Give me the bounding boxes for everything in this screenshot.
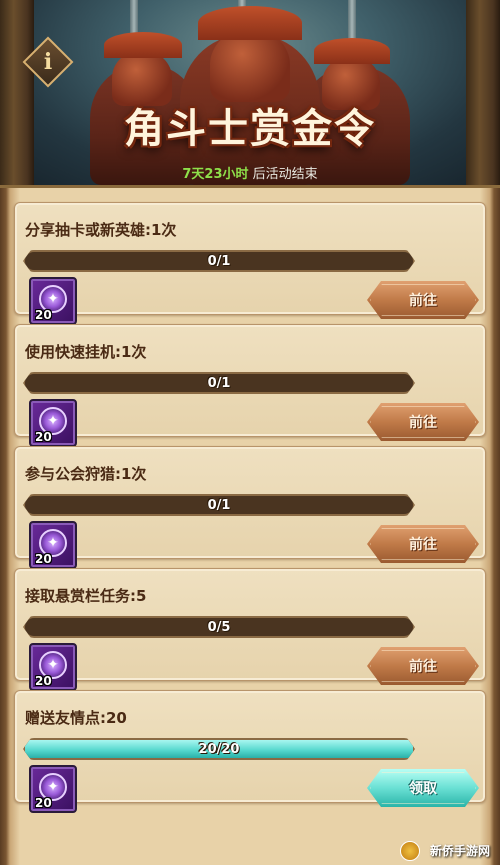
- task-title: 参与公会狩猎:1次: [25, 465, 147, 483]
- task-card: 接取悬赏栏任务:5 0/5 ✦ 20 前往: [14, 568, 486, 691]
- progress-text: 0/1: [207, 253, 231, 269]
- task-title: 赠送友情点:20: [25, 709, 127, 727]
- task-card: 分享抽卡或新英雄:1次 0/1 ✦ 20 前往: [14, 202, 486, 325]
- button-label: 前往: [409, 537, 437, 553]
- task-card: 赠送友情点:20 20/20 ✦ 20 领取: [14, 690, 486, 813]
- task-progress-bar: 0/1: [23, 372, 415, 394]
- go-button[interactable]: 前往: [367, 525, 479, 563]
- banner-pillar-right: [466, 0, 500, 185]
- event-countdown: 7天23小时 后活动结束: [0, 163, 500, 182]
- countdown-time: 7天23小时: [182, 167, 249, 182]
- progress-text: 0/1: [207, 497, 231, 513]
- reward-item[interactable]: ✦ 20: [29, 399, 77, 447]
- reward-quantity: 20: [35, 674, 52, 688]
- info-icon[interactable]: i: [30, 44, 66, 80]
- progress-text: 20/20: [198, 741, 240, 757]
- event-banner: i 角斗士赏金令 7天23小时 后活动结束: [0, 0, 500, 188]
- task-card: 使用快速挂机:1次 0/1 ✦ 20 前往: [14, 324, 486, 447]
- button-label: 领取: [409, 781, 437, 797]
- task-progress-bar: 0/5: [23, 616, 415, 638]
- task-progress-bar: 20/20: [23, 738, 415, 760]
- gladiator-plume: [314, 38, 390, 64]
- task-progress-bar: 0/1: [23, 494, 415, 516]
- task-title: 接取悬赏栏任务:5: [25, 587, 147, 605]
- task-list-panel: 分享抽卡或新英雄:1次 0/1 ✦ 20 前往 使用快速挂机:1次 0/1 ✦ …: [0, 188, 500, 865]
- event-title: 角斗士赏金令: [124, 105, 376, 152]
- claim-button[interactable]: 领取: [367, 769, 479, 807]
- button-label: 前往: [409, 659, 437, 675]
- gladiator-plume: [198, 6, 302, 40]
- watermark-text: 新侨手游网: [429, 844, 490, 858]
- button-label: 前往: [409, 293, 437, 309]
- reward-quantity: 20: [35, 796, 52, 810]
- reward-item[interactable]: ✦ 20: [29, 277, 77, 325]
- reward-item[interactable]: ✦ 20: [29, 765, 77, 813]
- progress-text: 0/1: [207, 375, 231, 391]
- reward-item[interactable]: ✦ 20: [29, 521, 77, 569]
- reward-quantity: 20: [35, 552, 52, 566]
- reward-quantity: 20: [35, 308, 52, 322]
- go-button[interactable]: 前往: [367, 281, 479, 319]
- reward-quantity: 20: [35, 430, 52, 444]
- go-button[interactable]: 前往: [367, 403, 479, 441]
- task-title: 分享抽卡或新英雄:1次: [25, 221, 177, 239]
- task-card: 参与公会狩猎:1次 0/1 ✦ 20 前往: [14, 446, 486, 569]
- gladiator-plume: [104, 32, 182, 58]
- countdown-suffix: 后活动结束: [248, 167, 318, 182]
- button-label: 前往: [409, 415, 437, 431]
- reward-item[interactable]: ✦ 20: [29, 643, 77, 691]
- task-progress-bar: 0/1: [23, 250, 415, 272]
- banner-pillar-left: [0, 0, 34, 185]
- task-title: 使用快速挂机:1次: [25, 343, 147, 361]
- go-button[interactable]: 前往: [367, 647, 479, 685]
- watermark-logo: [400, 841, 420, 861]
- progress-text: 0/5: [207, 619, 231, 635]
